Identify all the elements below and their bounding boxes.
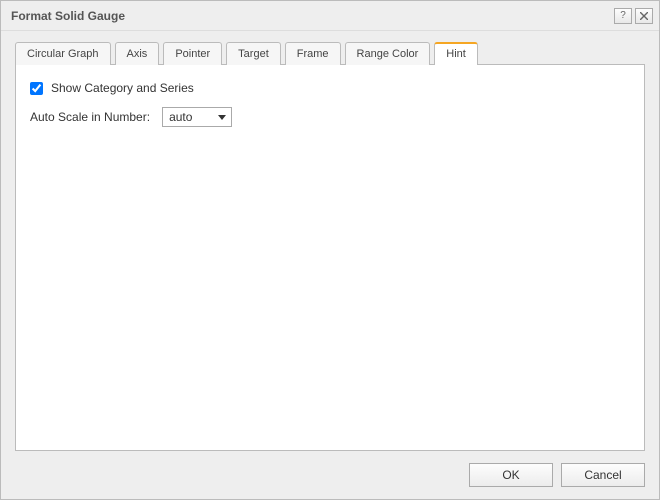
- auto-scale-select-wrap: auto: [162, 107, 232, 127]
- dialog-footer: OK Cancel: [1, 451, 659, 499]
- tab-label: Axis: [127, 48, 148, 60]
- tab-label: Hint: [446, 48, 466, 60]
- ok-button[interactable]: OK: [469, 463, 553, 487]
- row-show-category: Show Category and Series: [30, 81, 630, 95]
- tab-label: Range Color: [357, 48, 419, 60]
- close-icon: [640, 12, 648, 20]
- tab-label: Circular Graph: [27, 48, 99, 60]
- auto-scale-label: Auto Scale in Number:: [30, 110, 150, 124]
- tabstrip: Circular Graph Axis Pointer Target Frame…: [15, 41, 645, 64]
- show-category-label[interactable]: Show Category and Series: [51, 81, 194, 95]
- tab-frame[interactable]: Frame: [285, 42, 341, 65]
- cancel-button[interactable]: Cancel: [561, 463, 645, 487]
- tabpanel-hint: Show Category and Series Auto Scale in N…: [15, 64, 645, 451]
- tab-range-color[interactable]: Range Color: [345, 42, 431, 65]
- help-button[interactable]: ?: [614, 8, 632, 24]
- tab-label: Pointer: [175, 48, 210, 60]
- tab-label: Frame: [297, 48, 329, 60]
- titlebar: Format Solid Gauge ?: [1, 1, 659, 31]
- row-auto-scale: Auto Scale in Number: auto: [30, 107, 630, 127]
- dialog-title: Format Solid Gauge: [11, 9, 611, 23]
- format-solid-gauge-dialog: Format Solid Gauge ? Circular Graph Axis…: [0, 0, 660, 500]
- dialog-body: Circular Graph Axis Pointer Target Frame…: [1, 31, 659, 451]
- help-icon: ?: [620, 10, 626, 21]
- auto-scale-select[interactable]: auto: [162, 107, 232, 127]
- tab-target[interactable]: Target: [226, 42, 281, 65]
- tab-axis[interactable]: Axis: [115, 42, 160, 65]
- tab-label: Target: [238, 48, 269, 60]
- tab-hint[interactable]: Hint: [434, 42, 478, 65]
- tab-circular-graph[interactable]: Circular Graph: [15, 42, 111, 65]
- show-category-checkbox[interactable]: [30, 82, 43, 95]
- tab-pointer[interactable]: Pointer: [163, 42, 222, 65]
- close-button[interactable]: [635, 8, 653, 24]
